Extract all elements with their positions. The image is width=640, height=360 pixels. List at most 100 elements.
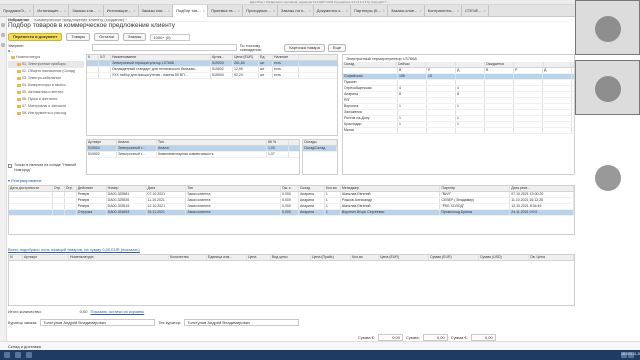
column-header[interactable]: КК %: [267, 140, 289, 145]
card-button[interactable]: Карточка товара: [284, 43, 325, 52]
column-header[interactable]: [571, 62, 574, 67]
column-header[interactable]: Цена (EUR): [379, 255, 429, 260]
close-icon[interactable]: ×: [308, 5, 310, 17]
column-header[interactable]: [426, 62, 456, 67]
column-header[interactable]: Сейчас: [397, 62, 427, 67]
column-header[interactable]: Партнер: [440, 186, 511, 191]
tab-item[interactable]: Истинащие... ×: [34, 5, 70, 17]
reserve-section[interactable]: ▾ Резервирование: [8, 178, 575, 184]
precise-checkbox-label[interactable]: По точному совпадению: [240, 44, 281, 52]
tree-item[interactable]: 08. Инструменты и расход.: [8, 110, 84, 117]
cart-summary-link[interactable]: Всего подобрано лоль позиций товаров, на…: [8, 247, 140, 252]
column-header[interactable]: Наличие: [273, 55, 299, 60]
tree-item[interactable]: 06. Пуска и фиттинги: [8, 96, 84, 103]
column-header[interactable]: К: [87, 55, 99, 60]
column-header[interactable]: Ед.: [259, 55, 273, 60]
tab-item[interactable]: Заказы кли... ×: [69, 5, 104, 17]
show-stock-link[interactable]: Показать остатки из корзины: [90, 309, 144, 314]
column-header[interactable]: Кол-во: [351, 255, 379, 260]
column-header[interactable]: Наименование: [111, 55, 211, 60]
column-header[interactable]: Номер: [107, 186, 147, 191]
tab-item[interactable]: Подбор тов... ×: [173, 5, 209, 17]
column-header[interactable]: Действие: [77, 186, 107, 191]
tree-item[interactable]: 03. Электро-кабельные: [8, 75, 84, 82]
close-icon[interactable]: ×: [346, 5, 348, 17]
close-icon[interactable]: ×: [29, 5, 31, 17]
tree-item[interactable]: 02. Общего назначения (Склад): [8, 68, 84, 75]
column-header[interactable]: Цена: [247, 255, 271, 260]
zakazy-button[interactable]: Заказы: [123, 33, 147, 41]
tree-item[interactable]: 04. Компрессоры и аксесс.: [8, 82, 84, 89]
tab-item[interactable]: Истинащие... ×: [104, 5, 139, 17]
tovary-button[interactable]: Товары: [66, 33, 91, 41]
column-header[interactable]: Отр.: [53, 186, 65, 191]
close-icon[interactable]: ×: [133, 5, 135, 17]
transfer-button[interactable]: Перенести в документ: [8, 33, 63, 41]
column-header[interactable]: Сумма (USD): [479, 255, 529, 260]
close-icon[interactable]: ×: [98, 5, 100, 17]
close-icon[interactable]: ×: [484, 5, 486, 17]
app-icon[interactable]: [15, 352, 21, 358]
column-header[interactable]: Кол-во: [325, 186, 341, 191]
app-icon[interactable]: [26, 352, 32, 358]
tab-item[interactable]: СТЕЧЕ... ×: [462, 5, 489, 17]
column-header[interactable]: Тип: [186, 186, 282, 191]
tab-item[interactable]: Проходные... ×: [243, 5, 278, 17]
column-header[interactable]: Ожидается: [485, 62, 515, 67]
column-header[interactable]: Менеджер: [341, 186, 441, 191]
table-row[interactable]: Отгрузка DA00-324653 24.11.2021 Заказ клиен…: [9, 210, 574, 216]
column-header[interactable]: Склад: [299, 186, 325, 191]
column-header[interactable]: Ож. к: [281, 186, 299, 191]
menu-icon[interactable]: [1, 23, 5, 27]
column-header[interactable]: Склад: [343, 62, 397, 67]
column-header[interactable]: Артикул: [87, 140, 117, 145]
column-header[interactable]: Дата резе...: [510, 186, 574, 191]
search-input[interactable]: [92, 44, 237, 51]
tab-item[interactable]: Продажи/Э... ×: [0, 5, 35, 17]
column-header[interactable]: Номенклатура: [69, 255, 169, 260]
column-header[interactable]: Артикул: [23, 255, 69, 260]
tech-curator-field[interactable]: Толстунов Андрей Владимирович: [184, 318, 300, 326]
qty-field[interactable]: 1000+ (0): [150, 33, 191, 41]
column-header[interactable]: Дата: [147, 186, 187, 191]
curator-field[interactable]: Толстунов Андрей Владимирович: [40, 318, 156, 326]
column-header[interactable]: Единица изм...: [207, 255, 247, 260]
table-row[interactable]: 519002 Электронный т... Комплементарная со…: [87, 152, 299, 158]
start-icon[interactable]: [4, 352, 10, 358]
close-icon[interactable]: ×: [419, 5, 421, 17]
close-icon[interactable]: ×: [203, 5, 205, 17]
warehouse-value[interactable]: Склад/Склад: [303, 146, 337, 151]
column-header[interactable]: Вид цены: [271, 255, 311, 260]
column-header[interactable]: Цена (Прайс): [311, 255, 351, 260]
column-header[interactable]: Тип: [157, 140, 267, 145]
close-icon[interactable]: ×: [457, 5, 459, 17]
column-header[interactable]: Количество: [169, 255, 207, 260]
close-icon[interactable]: ×: [273, 5, 275, 17]
ostatki-button[interactable]: Остатки: [94, 33, 120, 41]
column-header[interactable]: Огр.: [65, 186, 77, 191]
tab-item[interactable]: Контрагенты... ×: [425, 5, 462, 17]
tree-item[interactable]: 07. Материалы и запчасти: [8, 103, 84, 110]
more-button[interactable]: Еще: [327, 43, 346, 52]
only-stock-checkbox[interactable]: [8, 164, 12, 168]
column-header[interactable]: Дата доступности: [9, 186, 53, 191]
column-header[interactable]: Сумма (EUR): [429, 255, 479, 260]
history-icon[interactable]: [1, 43, 5, 47]
table-row[interactable]: Минск: [343, 128, 574, 134]
tab-item[interactable]: Заказы кли... ×: [139, 5, 174, 17]
close-icon[interactable]: ×: [383, 5, 385, 17]
tree-root[interactable]: Номенклатура: [8, 54, 84, 61]
tree-item[interactable]: 01. Электронные приборы: [8, 61, 84, 68]
tab-item[interactable]: Заказы на п... ×: [278, 5, 314, 17]
tab-item[interactable]: Приемка тв... ×: [208, 5, 244, 17]
tab-item[interactable]: Партнеры (К... ×: [351, 5, 389, 17]
breadcrumb-favorites[interactable]: Избранное: [8, 17, 29, 22]
tree-item[interactable]: 05. Автоматика и вентил.: [8, 89, 84, 96]
column-header[interactable]: Аналог: [117, 140, 157, 145]
column-header[interactable]: ХЛ: [99, 55, 111, 60]
column-header[interactable]: N: [9, 255, 23, 260]
table-row[interactable]: УХХ набор для поиска утечек - пакета 59 …: [87, 73, 337, 79]
column-header[interactable]: Ов. Цена: [529, 255, 574, 260]
column-header[interactable]: Артик...: [211, 55, 233, 60]
tree-check-label[interactable]: Уверенн я...: [8, 43, 29, 53]
